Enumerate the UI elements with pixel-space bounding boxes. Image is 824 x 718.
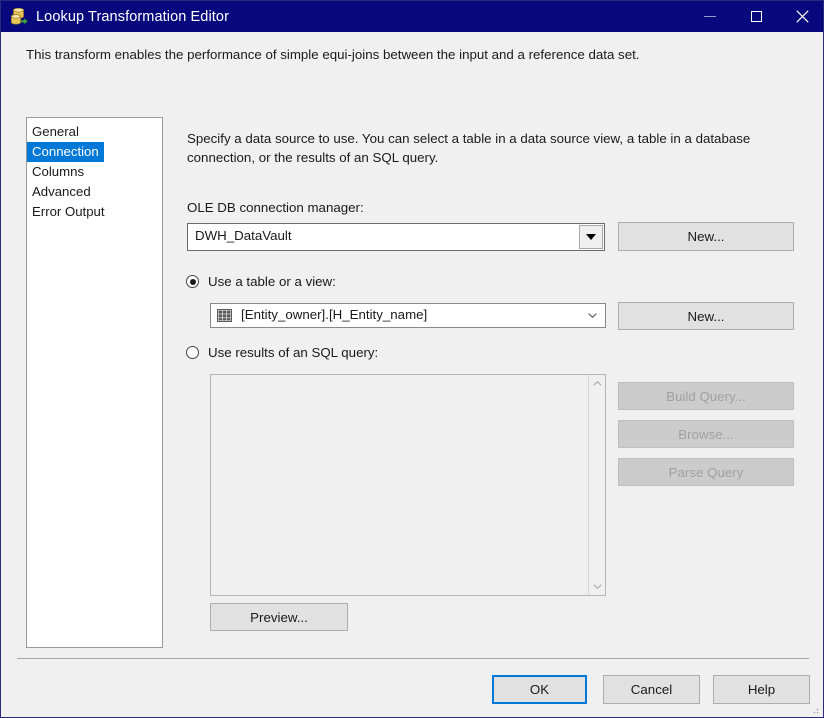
window-title: Lookup Transformation Editor xyxy=(36,9,230,25)
minimize-button[interactable] xyxy=(687,1,733,32)
sidebar-item-error-output[interactable]: Error Output xyxy=(27,202,162,222)
connection-manager-value: DWH_DataVault xyxy=(195,228,292,243)
cancel-button[interactable]: Cancel xyxy=(603,675,700,704)
close-icon xyxy=(795,10,809,23)
sql-query-textarea[interactable] xyxy=(210,374,606,596)
page-list[interactable]: General Connection Columns Advanced Erro… xyxy=(26,117,163,648)
lookup-transformation-editor-window: Lookup Transformation Editor This transf… xyxy=(0,0,824,718)
sql-query-scrollbar[interactable] xyxy=(588,375,605,595)
connection-manager-combobox[interactable]: DWH_DataVault xyxy=(187,223,605,251)
chevron-down-icon xyxy=(586,234,596,240)
build-query-button[interactable]: Build Query... xyxy=(618,382,794,410)
sidebar-item-connection[interactable]: Connection xyxy=(27,142,162,162)
chevron-down-icon[interactable] xyxy=(588,313,597,318)
maximize-button[interactable] xyxy=(733,1,779,32)
table-or-view-combobox[interactable]: [Entity_owner].[H_Entity_name] xyxy=(210,303,606,328)
scroll-up-icon[interactable] xyxy=(589,375,606,392)
sidebar-item-general[interactable]: General xyxy=(27,122,162,142)
preview-button[interactable]: Preview... xyxy=(210,603,348,631)
close-button[interactable] xyxy=(779,1,823,32)
new-connection-button[interactable]: New... xyxy=(618,222,794,251)
title-bar: Lookup Transformation Editor xyxy=(1,1,823,32)
use-sql-query-radio[interactable] xyxy=(186,346,199,359)
panel-description: Specify a data source to use. You can se… xyxy=(187,131,751,165)
use-table-radio-label: Use a table or a view: xyxy=(208,274,336,289)
scroll-down-icon[interactable] xyxy=(589,578,606,595)
help-button[interactable]: Help xyxy=(713,675,810,704)
lookup-transformation-icon xyxy=(11,7,28,25)
connection-manager-label: OLE DB connection manager: xyxy=(187,200,364,215)
sidebar-item-columns[interactable]: Columns xyxy=(27,162,162,182)
use-table-radio[interactable] xyxy=(186,275,199,288)
connection-manager-dropdown-button[interactable] xyxy=(579,225,603,249)
sidebar-item-advanced[interactable]: Advanced xyxy=(27,182,162,202)
browse-button[interactable]: Browse... xyxy=(618,420,794,448)
window-controls xyxy=(687,1,823,32)
new-table-button[interactable]: New... xyxy=(618,302,794,330)
use-sql-query-radio-row[interactable]: Use results of an SQL query: xyxy=(186,345,378,360)
ok-button[interactable]: OK xyxy=(492,675,587,704)
use-table-radio-row[interactable]: Use a table or a view: xyxy=(186,274,336,289)
table-grid-icon xyxy=(217,309,232,322)
footer-separator xyxy=(17,658,809,659)
dialog-description: This transform enables the performance o… xyxy=(26,47,640,62)
resize-grip[interactable] xyxy=(809,704,819,714)
maximize-icon xyxy=(750,11,762,22)
table-or-view-value: [Entity_owner].[H_Entity_name] xyxy=(241,307,428,322)
parse-query-button[interactable]: Parse Query xyxy=(618,458,794,486)
use-sql-query-radio-label: Use results of an SQL query: xyxy=(208,345,379,360)
minimize-icon xyxy=(704,16,716,17)
sidebar-item-connection-label: Connection xyxy=(27,142,104,162)
